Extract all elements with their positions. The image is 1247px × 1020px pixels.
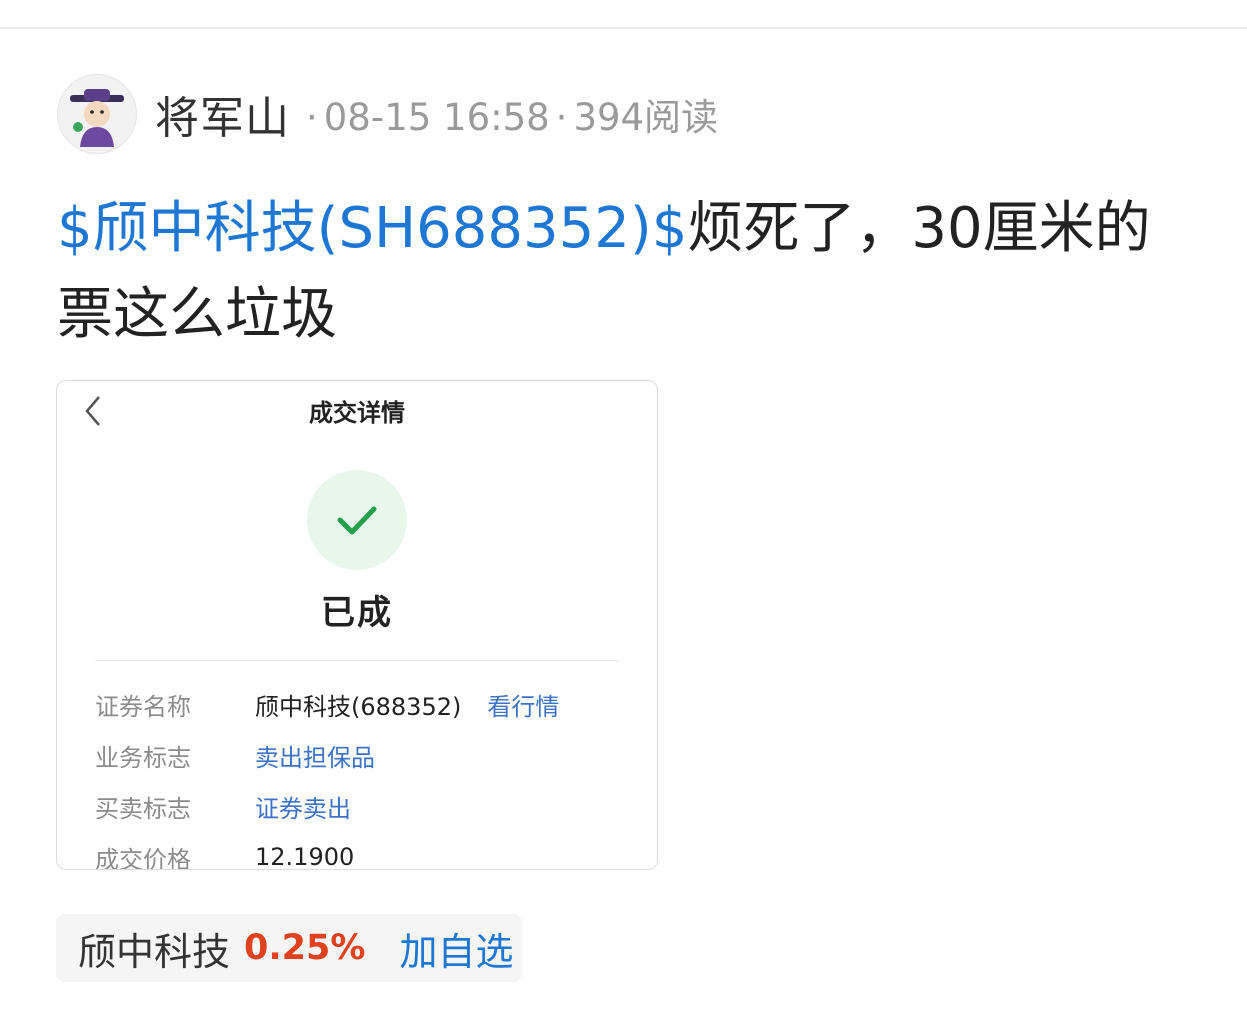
author-avatar[interactable] bbox=[57, 74, 137, 154]
view-quote-link: 看行情 bbox=[487, 692, 560, 721]
detail-label: 成交价格 bbox=[95, 845, 191, 870]
stock-chip[interactable]: 颀中科技 0.25% 加自选 bbox=[56, 914, 522, 982]
add-watchlist-button[interactable]: 加自选 bbox=[399, 921, 513, 976]
avatar-image bbox=[70, 89, 124, 147]
trade-detail-title: 成交详情 bbox=[309, 399, 405, 427]
section-divider bbox=[95, 660, 619, 661]
stock-tag-link[interactable]: $颀中科技(SH688352)$ bbox=[57, 196, 687, 261]
top-divider bbox=[0, 27, 1247, 29]
post-body: $颀中科技(SH688352)$烦死了，30厘米的票这么垃圾 bbox=[57, 186, 1197, 358]
post-image[interactable]: 成交详情 已成 证券名称 颀中科技(688352) 看行情 业务标志 卖出担保品… bbox=[56, 380, 658, 870]
detail-label: 证券名称 bbox=[95, 692, 191, 721]
stock-chip-name[interactable]: 颀中科技 bbox=[78, 921, 230, 976]
post-meta: · 08-15 16:58 · 394阅读 bbox=[300, 87, 718, 141]
detail-row-trade-price: 成交价格 12.1900 bbox=[95, 839, 355, 870]
detail-label: 业务标志 bbox=[95, 743, 191, 772]
detail-row-business-flag: 业务标志 卖出担保品 bbox=[95, 737, 375, 773]
detail-value: 证券卖出 bbox=[255, 794, 351, 823]
detail-value: 12.1900 bbox=[255, 843, 355, 870]
check-icon bbox=[337, 506, 377, 535]
meta-separator: · bbox=[555, 96, 568, 139]
post-time: 08-15 16:58 bbox=[323, 96, 550, 139]
detail-value: 卖出担保品 bbox=[255, 743, 375, 772]
success-badge bbox=[307, 470, 407, 570]
detail-label: 买卖标志 bbox=[95, 794, 191, 823]
author-name[interactable]: 将军山 bbox=[155, 82, 290, 146]
detail-value: 颀中科技(688352) bbox=[255, 692, 462, 721]
stock-chip-change: 0.25% bbox=[244, 928, 366, 968]
detail-row-trade-flag: 买卖标志 证券卖出 bbox=[95, 788, 351, 824]
post-header: 将军山 · 08-15 16:58 · 394阅读 bbox=[57, 72, 718, 156]
detail-row-security-name: 证券名称 颀中科技(688352) 看行情 bbox=[95, 686, 559, 722]
trade-status: 已成 bbox=[321, 593, 393, 633]
read-count: 394阅读 bbox=[573, 96, 719, 139]
meta-separator: · bbox=[306, 96, 318, 139]
